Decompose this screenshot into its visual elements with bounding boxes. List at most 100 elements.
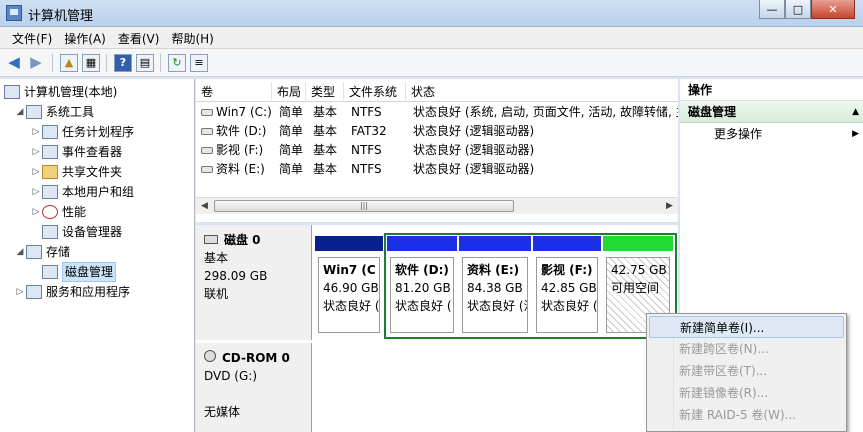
- expand-arrow-icon[interactable]: ▷: [30, 183, 42, 201]
- collapse-arrow-icon[interactable]: ◢: [14, 243, 26, 261]
- actions-section-disk-management[interactable]: 磁盘管理 ▲: [680, 101, 863, 123]
- volume-filesystem: NTFS: [351, 105, 382, 119]
- menu-new-simple-volume[interactable]: 新建简单卷(I)...: [649, 316, 844, 338]
- services-icon: [26, 285, 42, 299]
- tree-item-shared-folders[interactable]: ▷ 共享文件夹: [30, 163, 122, 181]
- menu-bar: 文件(F) 操作(A) 查看(V) 帮助(H): [0, 27, 863, 49]
- up-folder-icon[interactable]: ▲: [60, 54, 78, 72]
- expand-arrow-icon[interactable]: ▷: [30, 163, 42, 181]
- disk-name: 磁盘 0: [224, 233, 261, 247]
- volume-name: 软件 (D:): [216, 124, 267, 138]
- volume-type: 基本: [313, 124, 338, 138]
- menu-new-spanned-volume[interactable]: 新建跨区卷(N)...: [649, 338, 844, 360]
- close-button[interactable]: ✕: [811, 0, 855, 19]
- tree-item-label: 本地用户和组: [62, 185, 135, 199]
- tree-item-label: 共享文件夹: [62, 165, 123, 179]
- menu-new-mirrored-volume[interactable]: 新建镜像卷(R)...: [649, 382, 844, 404]
- back-icon[interactable]: ◀: [6, 54, 24, 72]
- menu-new-striped-volume[interactable]: 新建带区卷(T)...: [649, 360, 844, 382]
- expand-arrow-icon[interactable]: ▷: [14, 283, 26, 301]
- column-filesystem[interactable]: 文件系统: [344, 82, 406, 102]
- help-icon[interactable]: ?: [114, 54, 132, 72]
- volume-status: 状态良好 (系统, 启动, 页面文件, 活动, 故障转储, 主: [413, 105, 678, 119]
- menu-view[interactable]: 查看(V): [112, 27, 166, 48]
- horizontal-scrollbar[interactable]: ◀ ||| ▶: [196, 197, 678, 214]
- expand-arrow-icon[interactable]: ▷: [30, 143, 42, 161]
- show-hide-tree-icon[interactable]: ▦: [82, 54, 100, 72]
- drive-icon: [201, 166, 213, 173]
- collapse-up-icon[interactable]: ▲: [852, 101, 859, 123]
- export-list-icon[interactable]: ≡: [190, 54, 208, 72]
- tree-item-system-tools[interactable]: ◢ 系统工具: [14, 103, 94, 121]
- more-actions-label: 更多操作: [714, 127, 763, 141]
- hard-disk-icon: [204, 235, 218, 244]
- collapse-arrow-icon[interactable]: ◢: [14, 103, 26, 121]
- menu-new-raid5-volume[interactable]: 新建 RAID-5 卷(W)...: [649, 404, 844, 426]
- volume-type: 基本: [313, 105, 338, 119]
- refresh-icon[interactable]: ↻: [168, 54, 186, 72]
- column-type[interactable]: 类型: [306, 82, 344, 102]
- volume-status: 状态良好 (逻辑驱动器): [413, 162, 535, 176]
- window-title: 计算机管理: [28, 9, 94, 24]
- volume-status: 状态良好 (逻辑驱动器): [413, 143, 535, 157]
- actions-section-label: 磁盘管理: [688, 105, 737, 119]
- table-row[interactable]: Win7 (C:) 简单 基本 NTFS 状态良好 (系统, 启动, 页面文件,…: [196, 103, 678, 122]
- menu-file[interactable]: 文件(F): [6, 27, 58, 48]
- tree-item-label: 服务和应用程序: [46, 285, 131, 299]
- cdrom-name: CD-ROM 0: [222, 351, 290, 365]
- volume-layout: 简单: [279, 162, 304, 176]
- forward-icon[interactable]: ▶: [28, 54, 46, 72]
- volume-name: 影视 (F:): [216, 143, 264, 157]
- volume-layout: 简单: [279, 124, 304, 138]
- table-row[interactable]: 软件 (D:) 简单 基本 FAT32 状态良好 (逻辑驱动器): [196, 122, 678, 141]
- scroll-right-icon[interactable]: ▶: [661, 198, 678, 215]
- disk-size: 298.09 GB: [204, 269, 268, 283]
- submenu-arrow-icon: ▶: [852, 129, 859, 139]
- volume-name: Win7 (C:): [216, 105, 272, 119]
- table-row[interactable]: 影视 (F:) 简单 基本 NTFS 状态良好 (逻辑驱动器): [196, 141, 678, 160]
- volume-name: 资料 (E:): [216, 162, 265, 176]
- menu-action[interactable]: 操作(A): [58, 27, 112, 48]
- properties-icon[interactable]: ▤: [136, 54, 154, 72]
- cdrom-media: 无媒体: [204, 405, 241, 419]
- volume-layout: 简单: [279, 105, 304, 119]
- tree-item-disk-management[interactable]: 磁盘管理: [42, 262, 117, 282]
- window-controls: — □ ✕: [759, 0, 855, 19]
- minimize-button[interactable]: —: [759, 0, 785, 19]
- cdrom-0-label[interactable]: CD-ROM 0 DVD (G:) 无媒体: [196, 343, 312, 432]
- more-actions-item[interactable]: 更多操作 ▶: [680, 123, 863, 145]
- tree-item-task-scheduler[interactable]: ▷ 任务计划程序: [30, 123, 134, 141]
- partition-c[interactable]: Win7 (C 46.90 GB 状态良好 (: [314, 235, 384, 337]
- tree-item-device-manager[interactable]: 设备管理器: [42, 223, 122, 241]
- toolbar: ◀ ▶ ▲ ▦ ? ▤ ↻ ≡: [0, 49, 863, 77]
- table-row[interactable]: 资料 (E:) 简单 基本 NTFS 状态良好 (逻辑驱动器): [196, 160, 678, 179]
- maximize-button[interactable]: □: [785, 0, 811, 19]
- tree-item-computer-management[interactable]: 计算机管理(本地): [4, 83, 117, 101]
- column-layout[interactable]: 布局: [272, 82, 306, 102]
- disk-0-label[interactable]: 磁盘 0 基本 298.09 GB 联机: [196, 225, 312, 340]
- tree-item-services-applications[interactable]: ▷ 服务和应用程序: [14, 283, 130, 301]
- drive-icon: [201, 147, 213, 154]
- partition-bar: [314, 235, 384, 252]
- column-status[interactable]: 状态: [406, 82, 678, 102]
- scroll-left-icon[interactable]: ◀: [196, 198, 213, 215]
- partition-name: Win7 (C: [323, 263, 376, 277]
- expand-arrow-icon[interactable]: ▷: [30, 203, 42, 221]
- disk-type: 基本: [204, 251, 229, 265]
- tree-item-performance[interactable]: ▷ 性能: [30, 203, 86, 221]
- tree-item-label: 磁盘管理: [62, 262, 117, 282]
- tree-item-label: 系统工具: [46, 105, 95, 119]
- tree-item-event-viewer[interactable]: ▷ 事件查看器: [30, 143, 122, 161]
- scrollbar-thumb[interactable]: |||: [214, 200, 514, 212]
- volume-filesystem: NTFS: [351, 162, 382, 176]
- menu-help[interactable]: 帮助(H): [165, 27, 219, 48]
- expand-arrow-icon[interactable]: ▷: [30, 123, 42, 141]
- tree-item-label: 计算机管理(本地): [24, 85, 118, 99]
- storage-icon: [26, 245, 42, 259]
- tree-item-local-users-groups[interactable]: ▷ 本地用户和组: [30, 183, 134, 201]
- column-volume[interactable]: 卷: [196, 82, 272, 102]
- console-tree: 计算机管理(本地) ◢ 系统工具 ▷ 任务计划程序 ▷ 事件查看器 ▷ 共享文件夹 ▷ 本…: [0, 79, 195, 432]
- tree-item-storage[interactable]: ◢ 存储: [14, 243, 70, 261]
- disk-management-icon: [42, 265, 58, 279]
- drive-icon: [201, 128, 213, 135]
